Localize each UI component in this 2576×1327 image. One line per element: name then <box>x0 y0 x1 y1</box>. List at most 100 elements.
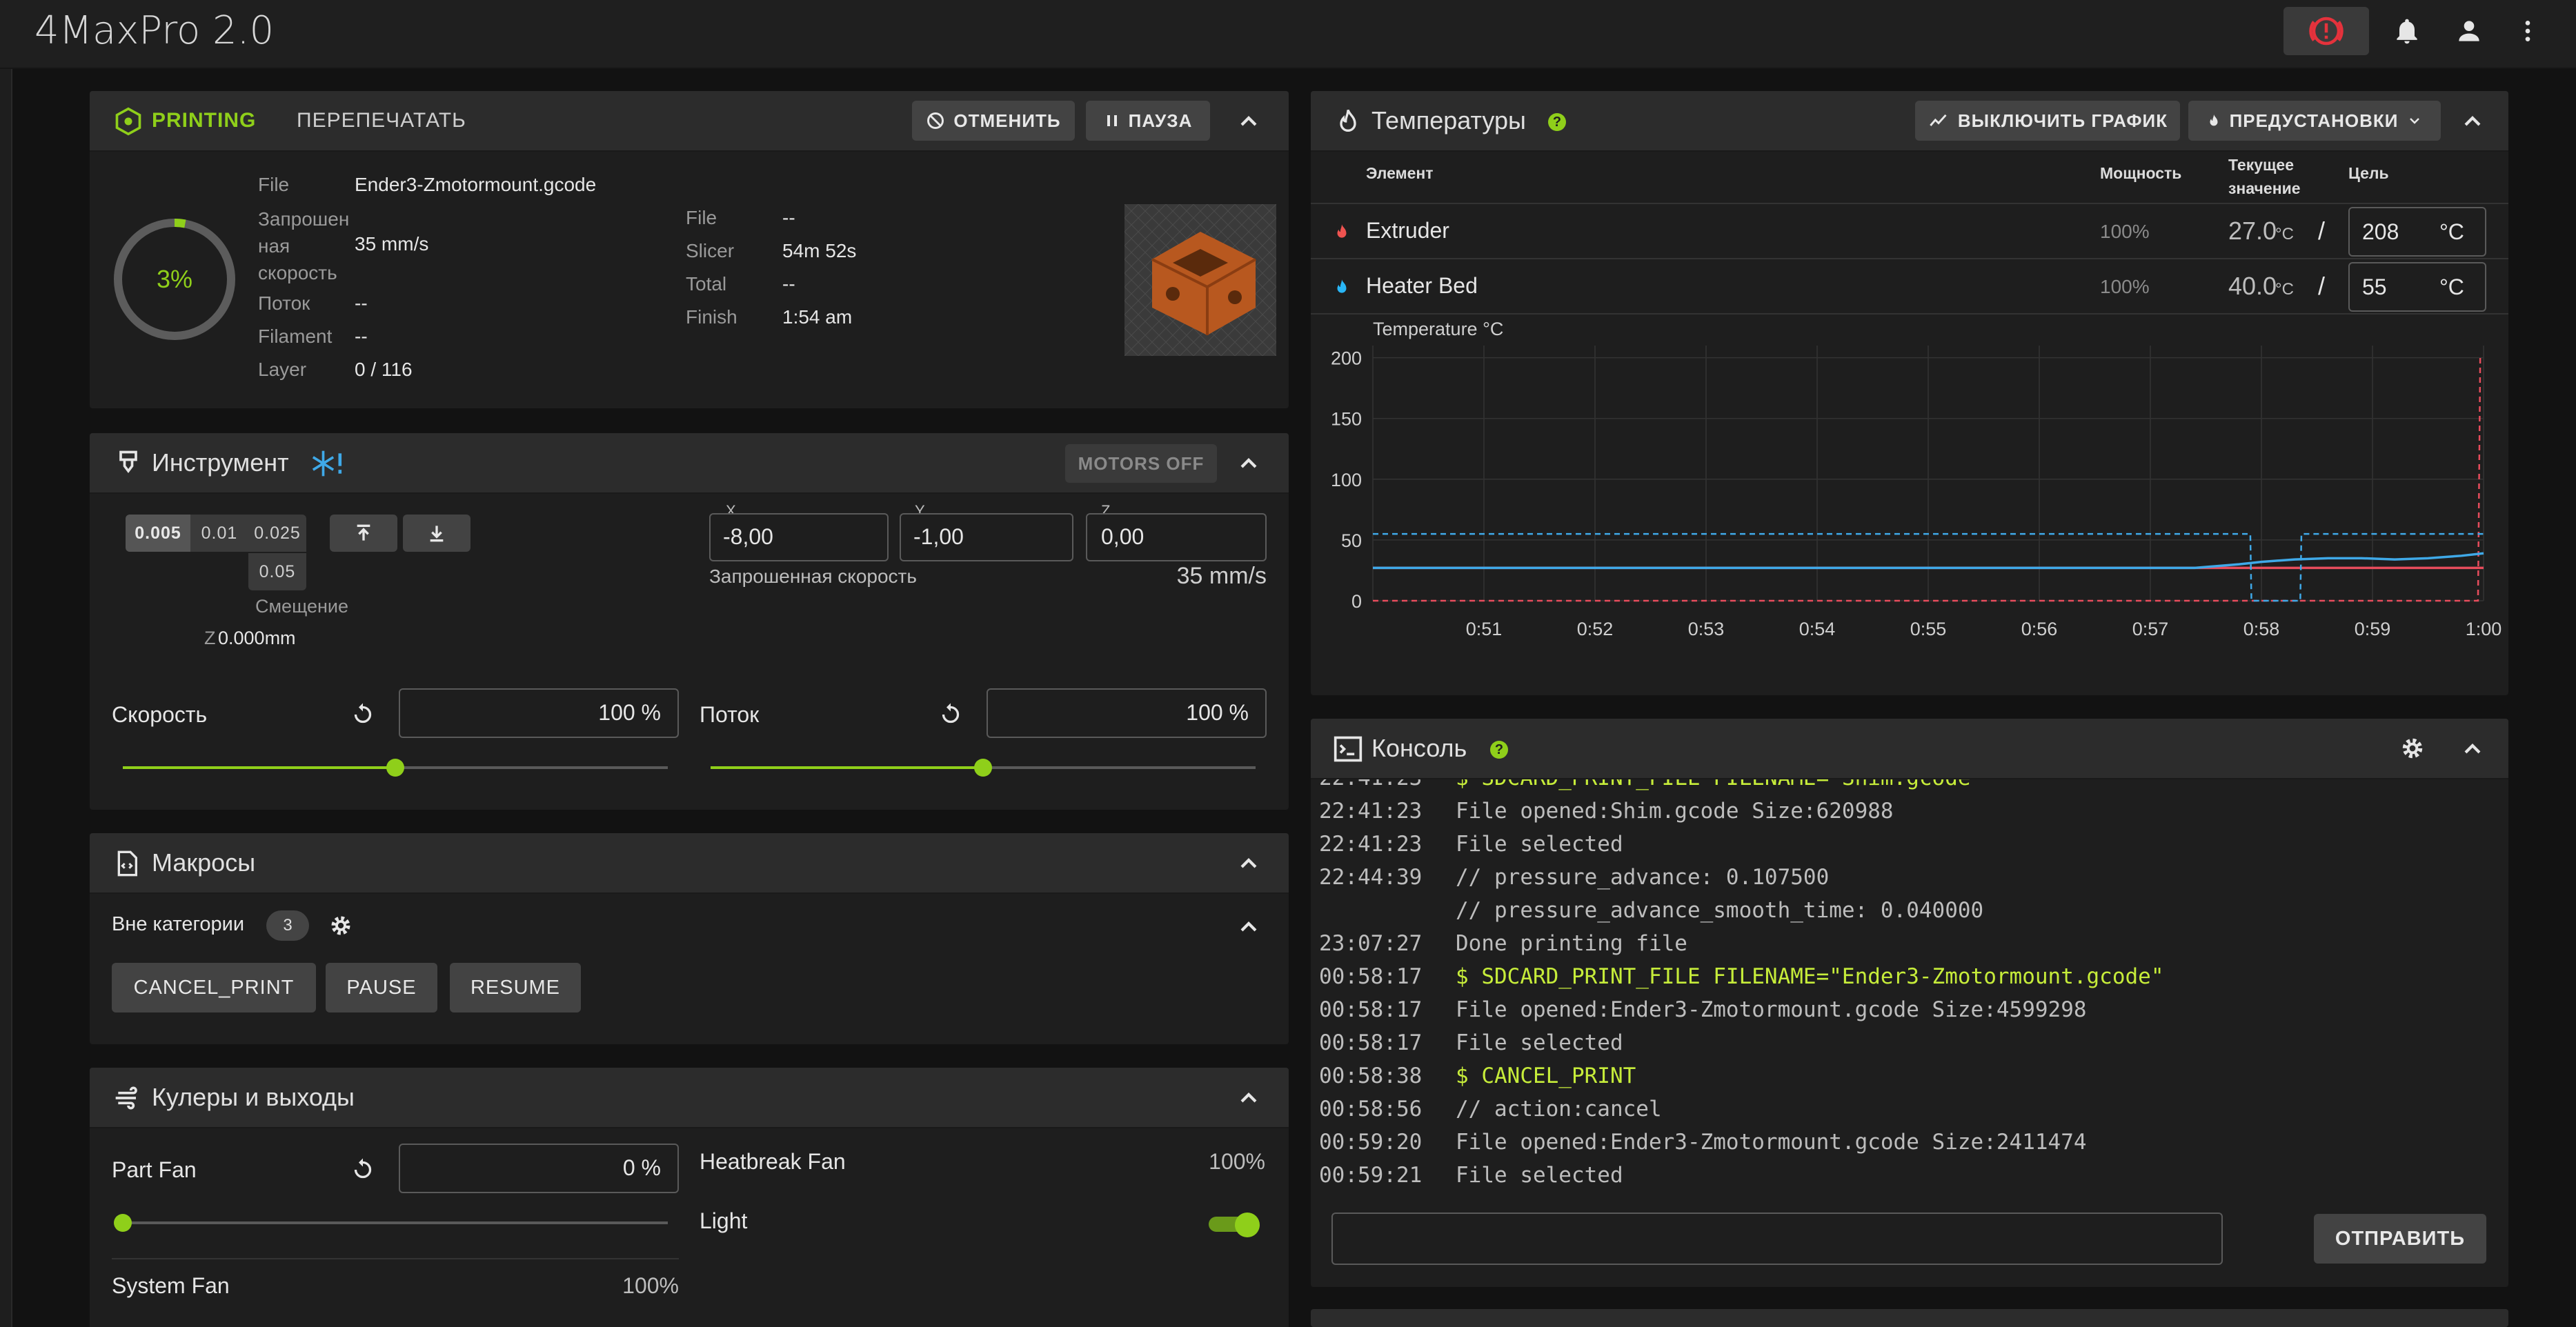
fire-icon <box>1337 224 1347 238</box>
requested-speed-value: 35 mm/s <box>1176 563 1267 589</box>
slider-fill <box>711 766 983 769</box>
layer-value: 0 / 116 <box>355 359 413 380</box>
slicer-value: 54m 52s <box>782 240 857 261</box>
nav-drawer-edge[interactable] <box>0 0 12 1327</box>
cancel-print-button[interactable]: ОТМЕНИТЬ <box>912 101 1075 141</box>
col-current: Текущее значение <box>2228 156 2301 197</box>
slider-knob[interactable] <box>974 759 992 777</box>
chevron-up-icon[interactable] <box>2459 735 2486 763</box>
status-card: PRINTING ПЕРЕПЕЧАТАТЬ ОТМЕНИТЬ ПАУЗА 3% … <box>90 91 1289 408</box>
console-message: File opened:Ender3-Zmotormount.gcode Siz… <box>1456 1130 2087 1155</box>
macro-pause-button[interactable]: PAUSE <box>326 963 437 1012</box>
speed-factor-value: 100 % <box>598 700 661 725</box>
speed-factor-slider[interactable] <box>123 757 668 778</box>
console-message: File selected <box>1456 1163 1623 1188</box>
reprint-tab[interactable]: ПЕРЕПЕЧАТАТЬ <box>297 109 466 132</box>
console-message: // pressure_advance: 0.107500 <box>1456 865 1830 890</box>
status-card-header: PRINTING ПЕРЕПЕЧАТАТЬ ОТМЕНИТЬ ПАУЗА <box>90 91 1289 152</box>
presets-button[interactable]: ПРЕДУСТАНОВКИ <box>2188 101 2441 141</box>
console-line: 00:59:21 File selected <box>1319 1163 1623 1188</box>
console-command: $ SDCARD_PRINT_FILE FILENAME="Ender3-Zmo… <box>1456 964 2164 989</box>
user-button[interactable] <box>2452 14 2486 48</box>
chevron-up-icon[interactable] <box>1235 1084 1262 1112</box>
send-command-button[interactable]: ОТПРАВИТЬ <box>2314 1214 2486 1264</box>
chevron-up-icon[interactable] <box>1235 913 1262 941</box>
finish-value: 1:54 am <box>782 306 853 328</box>
z-step-0[interactable]: 0.005 <box>126 515 190 552</box>
reset-flow-icon[interactable] <box>938 702 963 727</box>
z-up-button[interactable] <box>330 515 397 552</box>
slider-knob[interactable] <box>114 1214 132 1232</box>
toggle-chart-button[interactable]: ВЫКЛЮЧИТЬ ГРАФИК <box>1915 101 2180 141</box>
chevron-up-icon[interactable] <box>1235 450 1262 477</box>
console-timestamp: 22:44:39 <box>1319 865 1423 890</box>
cancel-print-label: ОТМЕНИТЬ <box>953 110 1061 131</box>
z-step-1[interactable]: 0.01 <box>190 515 248 552</box>
fans-card-header: Кулеры и выходы <box>90 1068 1289 1128</box>
console-card: 22:41:23$ SDCARD_PRINT_FILE FILENAME="Sh… <box>1311 719 2508 1287</box>
light-label: Light <box>700 1208 748 1233</box>
z-step-2[interactable]: 0.025 <box>248 515 306 552</box>
heater-row-extruder: Extruder 100% 27.0 °C / 208 °C <box>1311 204 2508 258</box>
requested-speed-label: Запрошенная скорость <box>709 566 917 587</box>
motors-off-button[interactable]: MOTORS OFF <box>1065 444 1217 483</box>
chevron-up-icon[interactable] <box>1235 850 1262 877</box>
temperature-chart[interactable]: Temperature °C 0 50 100 150 200 0:51 0:52 0:53 0:… <box>1311 315 2508 695</box>
console-output[interactable]: 22:41:23$ SDCARD_PRINT_FILE FILENAME="Sh… <box>1311 719 2508 1195</box>
gcode-thumbnail <box>1124 204 1276 356</box>
part-fan-slider[interactable] <box>114 1213 668 1233</box>
col-power: Мощность <box>2100 164 2182 182</box>
chart-x-tick: 0:54 <box>1799 619 1836 639</box>
z-offset-value: 0.000mm <box>218 628 296 648</box>
top-bar: 4MaxPro 2.0 <box>0 0 2576 69</box>
more-menu-button[interactable] <box>2514 14 2542 48</box>
extruder-target-unit: °C <box>2439 219 2464 244</box>
emergency-stop-button[interactable] <box>2283 7 2369 55</box>
temperatures-card-header: Температуры ? ВЫКЛЮЧИТЬ ГРАФИК ПРЕДУСТАН… <box>1311 91 2508 152</box>
heater-current-unit: °C <box>2275 280 2294 299</box>
gear-icon[interactable] <box>2399 735 2426 761</box>
reset-part-fan-icon[interactable] <box>350 1157 375 1182</box>
fans-title: Кулеры и выходы <box>152 1083 355 1111</box>
macro-category-label[interactable]: Вне категории <box>112 913 244 936</box>
slider-knob[interactable] <box>386 759 404 777</box>
z-position-value: 0,00 <box>1101 524 1145 549</box>
chevron-up-icon[interactable] <box>1235 108 1262 135</box>
app-title: 4MaxPro 2.0 <box>34 8 275 53</box>
light-toggle[interactable] <box>1205 1213 1260 1237</box>
help-icon[interactable]: ? <box>1548 113 1566 131</box>
reset-speed-icon[interactable] <box>350 702 375 727</box>
flow-factor-value: 100 % <box>1186 700 1249 725</box>
toolhead-card-header: Инструмент MOTORS OFF <box>90 433 1289 494</box>
notifications-button[interactable] <box>2390 14 2424 48</box>
help-icon[interactable]: ? <box>1490 741 1508 759</box>
z-step-3[interactable]: 0.05 <box>248 553 306 590</box>
snowflake-alert-icon <box>312 450 342 477</box>
flow-factor-slider[interactable] <box>711 757 1256 778</box>
bed-target-value: 55 <box>2362 275 2387 299</box>
console-command: $ CANCEL_PRINT <box>1456 1064 1636 1088</box>
file2-value: -- <box>782 207 795 228</box>
col-element: Элемент <box>1366 164 1434 182</box>
status-tab-printing[interactable]: PRINTING <box>152 109 256 132</box>
z-down-button[interactable] <box>403 515 470 552</box>
chart-x-tick: 0:59 <box>2355 619 2391 639</box>
macro-resume-button[interactable]: RESUME <box>450 963 581 1012</box>
console-command-input[interactable] <box>1331 1213 2223 1265</box>
chart-y-tick: 200 <box>1331 348 1362 369</box>
macro-cancel-print-button[interactable]: CANCEL_PRINT <box>112 963 316 1012</box>
console-timestamp: 00:58:56 <box>1319 1097 1423 1121</box>
gear-icon[interactable] <box>328 913 353 938</box>
console-timestamp: 00:58:17 <box>1319 964 1423 989</box>
emergency-stop-icon <box>2309 17 2344 46</box>
extruder-target-value: 208 <box>2362 219 2399 244</box>
chevron-up-icon[interactable] <box>2459 108 2486 135</box>
console-message: Done printing file <box>1456 931 1687 956</box>
file-value: Ender3-Zmotormount.gcode <box>355 174 597 195</box>
filament-label: Filament <box>258 326 333 347</box>
chart-y-tick: 0 <box>1351 591 1362 612</box>
pause-button[interactable]: ПАУЗА <box>1086 101 1210 141</box>
dots-vertical-icon <box>2525 21 2530 41</box>
console-line: 22:44:39 // pressure_advance: 0.107500 <box>1319 865 1829 890</box>
z-offset-axis: Z <box>204 628 216 648</box>
